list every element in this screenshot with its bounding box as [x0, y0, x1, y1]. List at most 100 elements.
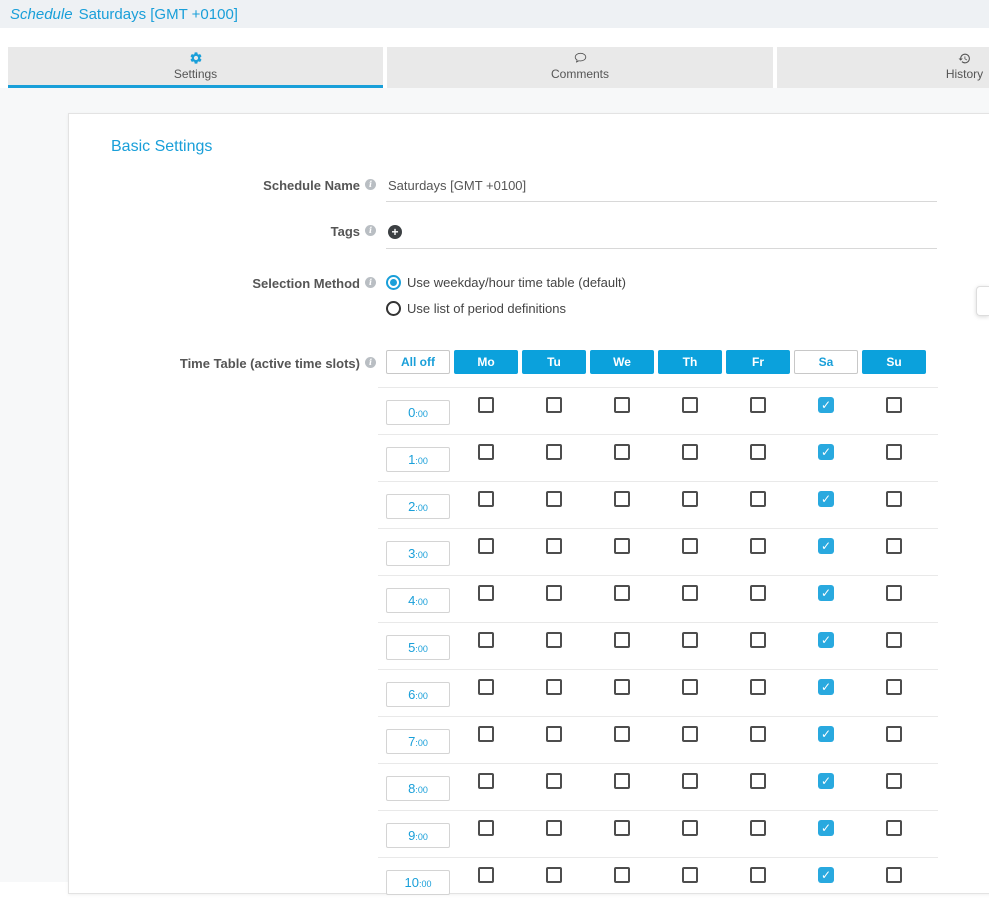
- timeslot-checkbox[interactable]: [682, 679, 698, 695]
- timeslot-checkbox[interactable]: [682, 444, 698, 460]
- hour-button-600[interactable]: 6:00: [386, 682, 450, 707]
- timeslot-checkbox[interactable]: [886, 726, 902, 742]
- timeslot-checkbox[interactable]: [886, 491, 902, 507]
- day-button-sa[interactable]: Sa: [794, 350, 858, 374]
- timeslot-checkbox[interactable]: [886, 679, 902, 695]
- hour-button-400[interactable]: 4:00: [386, 588, 450, 613]
- timeslot-checkbox[interactable]: ✓: [818, 585, 834, 601]
- timeslot-checkbox[interactable]: [546, 538, 562, 554]
- timeslot-checkbox[interactable]: [614, 632, 630, 648]
- timeslot-checkbox[interactable]: [614, 585, 630, 601]
- timeslot-checkbox[interactable]: ✓: [818, 491, 834, 507]
- hour-button-900[interactable]: 9:00: [386, 823, 450, 848]
- radio-option-periods[interactable]: Use list of period definitions: [386, 301, 937, 316]
- timeslot-checkbox[interactable]: [750, 679, 766, 695]
- timeslot-checkbox[interactable]: [478, 491, 494, 507]
- timeslot-checkbox[interactable]: [750, 397, 766, 413]
- timeslot-checkbox[interactable]: ✓: [818, 820, 834, 836]
- add-tag-button[interactable]: +: [388, 225, 402, 239]
- timeslot-checkbox[interactable]: [750, 585, 766, 601]
- timeslot-checkbox[interactable]: [886, 397, 902, 413]
- timeslot-checkbox[interactable]: [614, 491, 630, 507]
- timeslot-checkbox[interactable]: ✓: [818, 679, 834, 695]
- timeslot-checkbox[interactable]: [614, 773, 630, 789]
- hour-button-200[interactable]: 2:00: [386, 494, 450, 519]
- radio-button[interactable]: [386, 301, 401, 316]
- day-button-th[interactable]: Th: [658, 350, 722, 374]
- timeslot-checkbox[interactable]: ✓: [818, 444, 834, 460]
- day-button-su[interactable]: Su: [862, 350, 926, 374]
- timeslot-checkbox[interactable]: [478, 679, 494, 695]
- day-button-mo[interactable]: Mo: [454, 350, 518, 374]
- timeslot-checkbox[interactable]: [750, 773, 766, 789]
- timeslot-checkbox[interactable]: [478, 444, 494, 460]
- timeslot-checkbox[interactable]: [478, 632, 494, 648]
- timeslot-checkbox[interactable]: ✓: [818, 397, 834, 413]
- timeslot-checkbox[interactable]: [682, 585, 698, 601]
- hour-button-800[interactable]: 8:00: [386, 776, 450, 801]
- day-button-we[interactable]: We: [590, 350, 654, 374]
- timeslot-checkbox[interactable]: [750, 538, 766, 554]
- info-icon[interactable]: i: [365, 277, 376, 288]
- timeslot-checkbox[interactable]: [546, 632, 562, 648]
- timeslot-checkbox[interactable]: [614, 397, 630, 413]
- timeslot-checkbox[interactable]: [886, 444, 902, 460]
- timeslot-checkbox[interactable]: [682, 773, 698, 789]
- timeslot-checkbox[interactable]: [682, 491, 698, 507]
- timeslot-checkbox[interactable]: [886, 773, 902, 789]
- timeslot-checkbox[interactable]: [614, 820, 630, 836]
- timeslot-checkbox[interactable]: [750, 867, 766, 883]
- timeslot-checkbox[interactable]: [682, 867, 698, 883]
- timeslot-checkbox[interactable]: [682, 397, 698, 413]
- timeslot-checkbox[interactable]: [546, 820, 562, 836]
- timeslot-checkbox[interactable]: [546, 773, 562, 789]
- timeslot-checkbox[interactable]: ✓: [818, 867, 834, 883]
- hour-button-300[interactable]: 3:00: [386, 541, 450, 566]
- timeslot-checkbox[interactable]: [546, 397, 562, 413]
- timeslot-checkbox[interactable]: [886, 632, 902, 648]
- tab-settings[interactable]: Settings: [8, 47, 383, 88]
- timeslot-checkbox[interactable]: ✓: [818, 632, 834, 648]
- timeslot-checkbox[interactable]: [478, 726, 494, 742]
- radio-button[interactable]: [386, 275, 401, 290]
- timeslot-checkbox[interactable]: [478, 538, 494, 554]
- timeslot-checkbox[interactable]: [682, 820, 698, 836]
- timeslot-checkbox[interactable]: [750, 444, 766, 460]
- timeslot-checkbox[interactable]: [478, 397, 494, 413]
- timeslot-checkbox[interactable]: [546, 585, 562, 601]
- timeslot-checkbox[interactable]: [886, 585, 902, 601]
- timeslot-checkbox[interactable]: [614, 867, 630, 883]
- timeslot-checkbox[interactable]: [614, 726, 630, 742]
- panel-toggle-handle[interactable]: [976, 286, 989, 316]
- all-off-button[interactable]: All off: [386, 350, 450, 374]
- timeslot-checkbox[interactable]: [546, 491, 562, 507]
- hour-button-500[interactable]: 5:00: [386, 635, 450, 660]
- timeslot-checkbox[interactable]: [546, 679, 562, 695]
- timeslot-checkbox[interactable]: [614, 679, 630, 695]
- day-button-tu[interactable]: Tu: [522, 350, 586, 374]
- hour-button-100[interactable]: 1:00: [386, 447, 450, 472]
- timeslot-checkbox[interactable]: [478, 585, 494, 601]
- timeslot-checkbox[interactable]: [546, 726, 562, 742]
- timeslot-checkbox[interactable]: ✓: [818, 538, 834, 554]
- timeslot-checkbox[interactable]: [886, 820, 902, 836]
- timeslot-checkbox[interactable]: [546, 867, 562, 883]
- timeslot-checkbox[interactable]: [750, 491, 766, 507]
- tab-history[interactable]: History: [777, 47, 989, 88]
- timeslot-checkbox[interactable]: [886, 538, 902, 554]
- timeslot-checkbox[interactable]: ✓: [818, 773, 834, 789]
- timeslot-checkbox[interactable]: [614, 538, 630, 554]
- hour-button-700[interactable]: 7:00: [386, 729, 450, 754]
- timeslot-checkbox[interactable]: ✓: [818, 726, 834, 742]
- timeslot-checkbox[interactable]: [478, 820, 494, 836]
- timeslot-checkbox[interactable]: [614, 444, 630, 460]
- timeslot-checkbox[interactable]: [750, 820, 766, 836]
- day-button-fr[interactable]: Fr: [726, 350, 790, 374]
- timeslot-checkbox[interactable]: [682, 632, 698, 648]
- info-icon[interactable]: i: [365, 357, 376, 368]
- timeslot-checkbox[interactable]: [478, 867, 494, 883]
- tab-comments[interactable]: Comments: [387, 47, 773, 88]
- schedule-name-input[interactable]: [386, 178, 937, 202]
- timeslot-checkbox[interactable]: [750, 632, 766, 648]
- timeslot-checkbox[interactable]: [682, 726, 698, 742]
